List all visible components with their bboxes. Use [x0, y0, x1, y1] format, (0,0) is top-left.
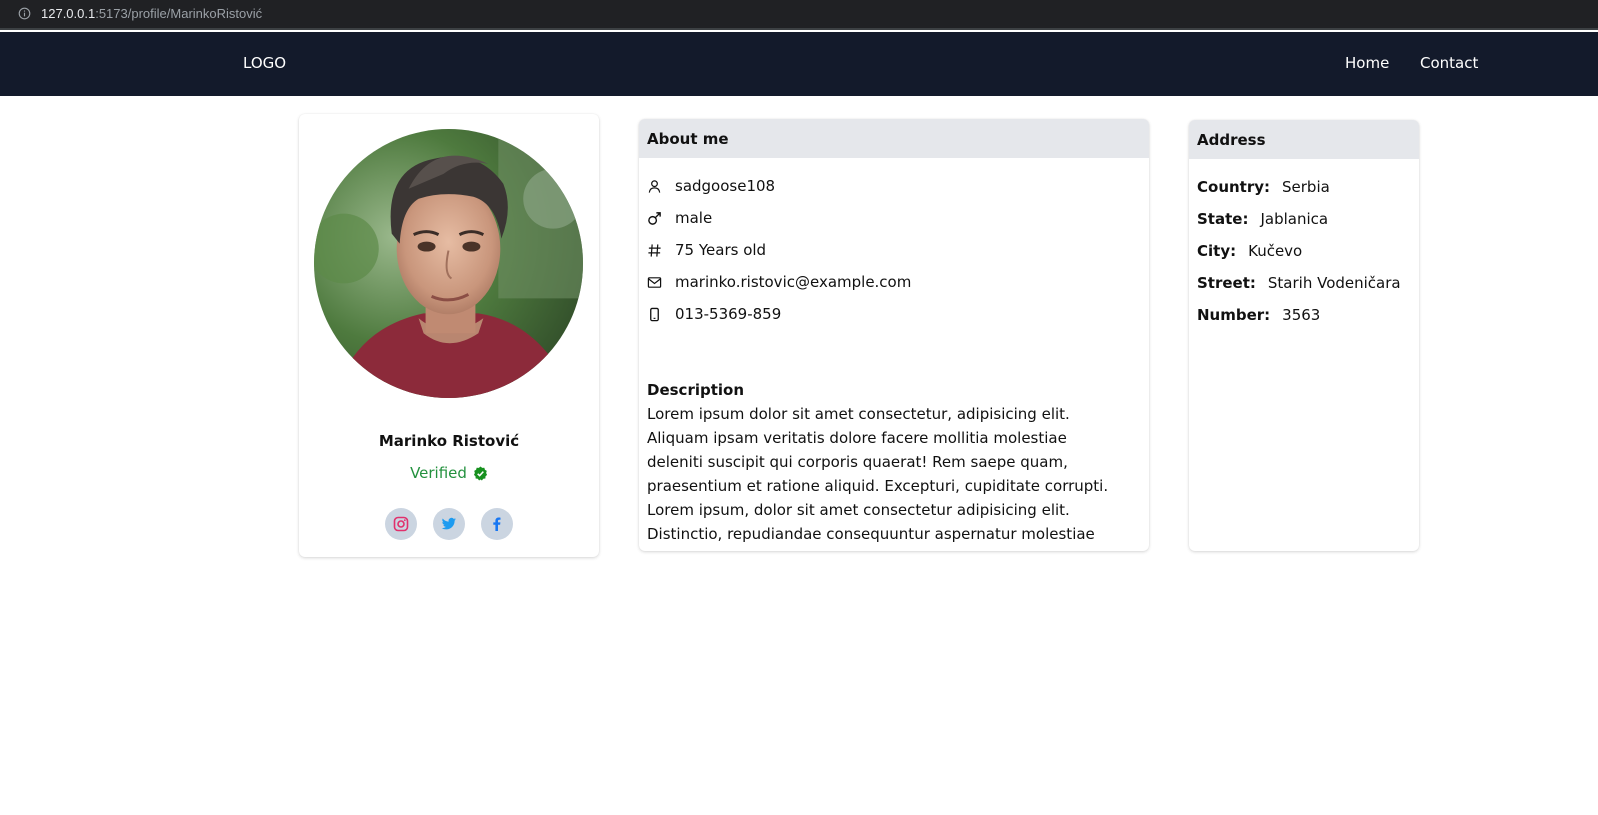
address-city-row: City: Kučevo: [1197, 235, 1411, 267]
verified-check-icon: [473, 465, 487, 480]
info-icon[interactable]: [18, 7, 31, 20]
about-phone-row: 013-5369-859: [647, 298, 1141, 330]
logo[interactable]: LOGO: [243, 54, 286, 72]
description-section: Description Lorem ipsum dolor sit amet c…: [647, 378, 1127, 551]
age-value: 75 Years old: [675, 241, 767, 259]
browser-address-bar: 127.0.0.1:5173/profile/MarinkoRistović: [0, 0, 1598, 30]
country-label: Country:: [1197, 178, 1271, 196]
number-label: Number:: [1197, 306, 1271, 324]
verified-status: Verified: [299, 464, 599, 482]
nav-link-home[interactable]: Home: [1345, 54, 1389, 72]
about-username-row: sadgoose108: [647, 170, 1141, 202]
state-label: State:: [1197, 210, 1249, 228]
city-value: Kučevo: [1248, 242, 1303, 260]
address-country-row: Country: Serbia: [1197, 171, 1411, 203]
about-gender-row: male: [647, 202, 1141, 234]
mail-icon: [647, 276, 662, 288]
avatar-photo: [314, 129, 583, 398]
address-list: Country: Serbia State: Jablanica City: K…: [1189, 159, 1419, 331]
street-label: Street:: [1197, 274, 1256, 292]
username-value: sadgoose108: [675, 177, 776, 195]
description-text: Lorem ipsum dolor sit amet consectetur, …: [647, 405, 1109, 551]
verified-label: Verified: [410, 464, 467, 482]
address-card: Address Country: Serbia State: Jablanica…: [1189, 120, 1419, 551]
instagram-button[interactable]: [385, 508, 417, 540]
url-path: :5173/profile/MarinkoRistović: [95, 6, 263, 21]
country-value: Serbia: [1282, 178, 1330, 196]
avatar: [314, 129, 583, 398]
twitter-button[interactable]: [433, 508, 465, 540]
email-value: marinko.ristovic@example.com: [675, 273, 912, 291]
about-header: About me: [639, 119, 1149, 158]
hash-icon: [648, 243, 661, 257]
profile-name: Marinko Ristović: [378, 432, 520, 450]
city-label: City:: [1197, 242, 1237, 260]
instagram-icon: [393, 516, 409, 532]
street-value: Starih Vodeničara: [1267, 274, 1401, 292]
male-icon: [648, 211, 661, 225]
about-email-row: marinko.ristovic@example.com: [647, 266, 1141, 298]
url-field[interactable]: 127.0.0.1:5173/profile/MarinkoRistović: [41, 6, 262, 21]
url-host: 127.0.0.1: [41, 6, 96, 21]
gender-value: male: [675, 209, 713, 227]
description-title: Description: [647, 381, 745, 399]
state-value: Jablanica: [1260, 210, 1329, 228]
number-value: 3563: [1282, 306, 1321, 324]
facebook-icon: [493, 517, 501, 531]
address-state-row: State: Jablanica: [1197, 203, 1411, 235]
address-header: Address: [1189, 120, 1419, 159]
address-street-row: Street: Starih Vodeničara: [1197, 267, 1411, 299]
about-age-row: 75 Years old: [647, 234, 1141, 266]
address-number-row: Number: 3563: [1197, 299, 1411, 331]
nav-link-contact[interactable]: Contact: [1420, 54, 1478, 72]
profile-card: Marinko Ristović Verified: [299, 114, 599, 557]
twitter-icon: [441, 517, 456, 530]
about-card: About me sadgoose108 male 75 Years old m…: [639, 119, 1149, 551]
user-icon: [648, 179, 661, 193]
phone-icon: [650, 307, 659, 321]
facebook-button[interactable]: [481, 508, 513, 540]
top-navbar: LOGO Home Contact: [0, 32, 1598, 96]
phone-value: 013-5369-859: [675, 305, 782, 323]
about-list: sadgoose108 male 75 Years old marinko.ri…: [639, 158, 1149, 330]
social-links: [299, 508, 599, 540]
